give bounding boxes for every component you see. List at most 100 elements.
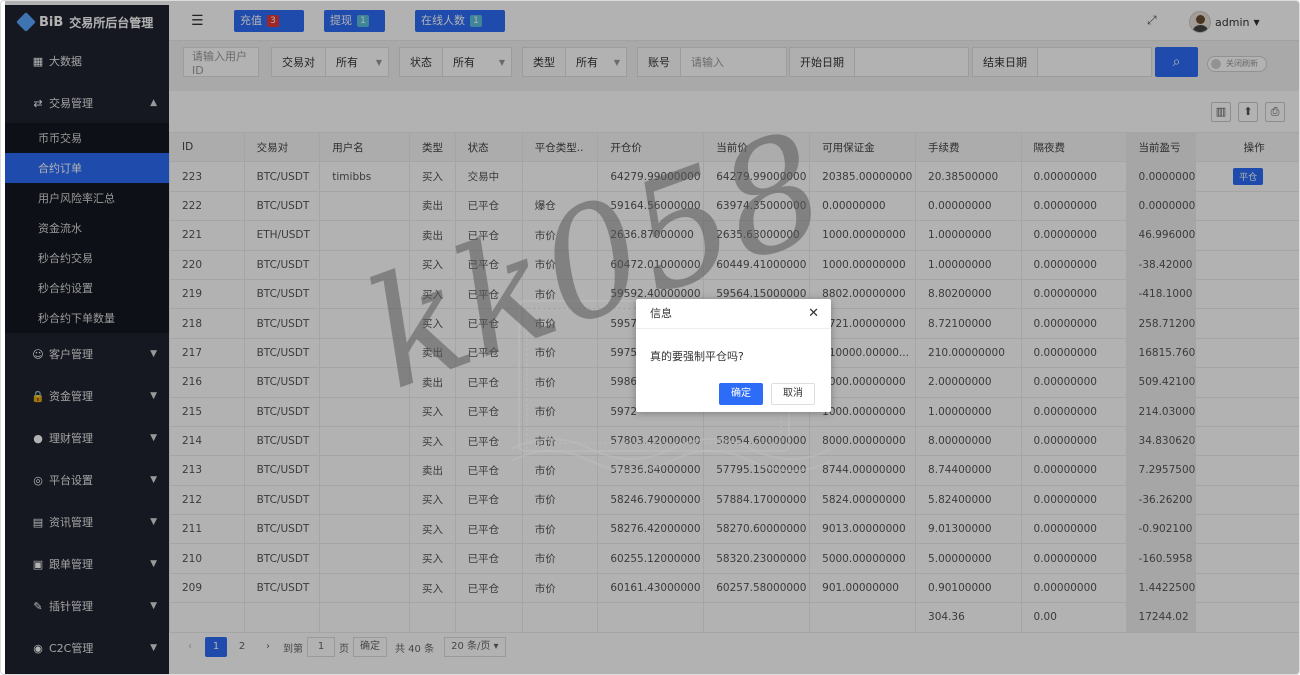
status-select[interactable]: 状态 所有 ▼	[399, 47, 512, 77]
pair-label: 交易对	[272, 48, 326, 76]
sidebar-subitem[interactable]: 币币交易	[5, 123, 169, 153]
table-cell: 58320.23000000	[703, 543, 811, 574]
totals-cell	[521, 602, 599, 633]
deposit-label: 充值	[240, 14, 262, 27]
table-cell: -160.5958	[1125, 543, 1197, 574]
goto-page-input[interactable]: 1	[307, 637, 335, 657]
table-cell: 买入	[408, 484, 456, 516]
columns-icon[interactable]: ▥	[1211, 102, 1231, 122]
user-menu[interactable]: admin ▼	[1189, 11, 1260, 33]
table-cell: BTC/USDT	[243, 190, 321, 222]
action-cell	[1195, 455, 1299, 486]
sidebar-subitem[interactable]: 用户风险率汇总	[5, 183, 169, 213]
table-cell: timibbs	[319, 161, 410, 192]
table-cell: 1000.00000000	[809, 220, 917, 251]
table-cell: BTC/USDT	[243, 249, 321, 280]
table-cell: 210.00000000	[915, 337, 1022, 369]
app-window: BiB 交易所后台管理 ▦ 大数据 ⇄ 交易管理 ▲ 币币交易 合约订单 用户风险率…	[0, 0, 1300, 675]
sidebar-subitem[interactable]: 秒合约设置	[5, 273, 169, 303]
start-date-label: 开始日期	[790, 48, 855, 76]
sidebar-group-item[interactable]: ◉ C2C管理 ▼	[5, 627, 169, 669]
search-button[interactable]: ⌕	[1155, 47, 1198, 77]
goto-confirm-button[interactable]: 确定	[353, 637, 387, 657]
column-header: 手续费	[915, 131, 1022, 163]
table-cell: 0.00000000	[915, 190, 1022, 222]
table-cell: 已平仓	[454, 308, 523, 339]
exchange-icon: ⇄	[33, 96, 43, 110]
column-header: 平仓类型..	[521, 131, 599, 163]
table-cell: 222	[169, 190, 245, 222]
table-cell: 市价	[521, 367, 599, 398]
deposit-button[interactable]: 充值 3	[234, 10, 304, 32]
table-cell: 市价	[521, 543, 599, 574]
table-cell: 1.00000000	[915, 396, 1022, 427]
sidebar-item-big-data[interactable]: ▦ 大数据	[5, 39, 169, 83]
sidebar-group-item[interactable]: 🔒 资金管理 ▼	[5, 375, 169, 417]
pair-select[interactable]: 交易对 所有 ▼	[271, 47, 389, 77]
username: admin	[1215, 15, 1250, 29]
caret-down-icon: ▼	[375, 57, 382, 67]
table-cell: 16815.760	[1125, 337, 1197, 369]
table-cell: 0.00000000	[1020, 484, 1127, 516]
menu-toggle-icon[interactable]: ☰	[191, 13, 204, 29]
withdraw-button[interactable]: 提现 1	[324, 10, 385, 32]
sidebar-item-label: 插针管理	[49, 600, 93, 613]
table-cell: 买入	[408, 572, 456, 604]
print-icon[interactable]: ⎙	[1265, 102, 1285, 122]
confirm-button[interactable]: 确定	[719, 383, 763, 405]
table-cell	[319, 455, 410, 486]
account-input[interactable]: 账号 请输入	[637, 47, 787, 77]
sidebar-item-trade[interactable]: ⇄ 交易管理 ▲	[5, 83, 169, 123]
online-users-button[interactable]: 在线人数 1	[415, 10, 505, 32]
table-cell: 买入	[408, 396, 456, 427]
table-cell: 卖出	[408, 367, 456, 398]
page-1-button[interactable]: 1	[205, 637, 227, 657]
end-date-input[interactable]: 结束日期	[972, 47, 1152, 77]
type-value: 所有	[576, 56, 598, 69]
table-cell: 0.00000000	[1020, 190, 1127, 222]
action-cell	[1195, 308, 1299, 339]
sidebar-subitem[interactable]: 秒合约交易	[5, 243, 169, 273]
totals-cell	[243, 602, 321, 633]
table-cell: 0.00000000	[1020, 455, 1127, 486]
totals-row: 304.36 0.00 17244.02	[169, 602, 1299, 633]
column-header: ID	[169, 131, 245, 163]
start-date-input[interactable]: 开始日期	[789, 47, 969, 77]
sidebar-group-item[interactable]: ▣ 跟单管理 ▼	[5, 543, 169, 585]
table-cell: 市价	[521, 220, 599, 251]
table-cell: 买入	[408, 514, 456, 545]
table-cell: 2635.63000000	[703, 220, 811, 251]
user-id-input[interactable]: 请输入用户ID	[183, 47, 259, 77]
close-icon[interactable]: ✕	[808, 299, 819, 329]
user-id-placeholder: 请输入用户ID	[192, 49, 247, 77]
table-cell: BTC/USDT	[243, 308, 321, 339]
sidebar-group-item[interactable]: ◎ 平台设置 ▼	[5, 459, 169, 501]
table-cell: 已平仓	[454, 514, 523, 545]
sidebar-subitem[interactable]: 资金流水	[5, 213, 169, 243]
sidebar-group-item[interactable]: ▤ 资讯管理 ▼	[5, 501, 169, 543]
close-position-button[interactable]: 平仓	[1233, 168, 1264, 186]
cancel-button[interactable]: 取消	[771, 383, 815, 405]
table-cell: 8.80200000	[915, 278, 1022, 310]
sidebar-group-item[interactable]: ✎ 插针管理 ▼	[5, 585, 169, 627]
totals-cell	[809, 602, 917, 633]
end-date-label: 结束日期	[973, 48, 1038, 76]
per-page-select[interactable]: 20 条/页 ▾	[444, 637, 506, 657]
table-cell: BTC/USDT	[243, 396, 321, 427]
export-icon[interactable]: ⬆	[1238, 102, 1258, 122]
sidebar-subitem[interactable]: 合约订单	[5, 153, 169, 183]
sidebar-group-item[interactable]: ● 理财管理 ▼	[5, 417, 169, 459]
table-cell: 0.90100000	[915, 572, 1022, 604]
type-select[interactable]: 类型 所有 ▼	[522, 47, 627, 77]
totals-cell	[169, 602, 245, 633]
page-2-button[interactable]: 2	[231, 637, 253, 657]
sidebar-subitem[interactable]: 秒合约下单数量	[5, 303, 169, 333]
sidebar-group-item[interactable]: ☺ 客户管理 ▼	[5, 333, 169, 375]
sidebar-item-label: 交易管理	[49, 97, 93, 110]
fullscreen-icon[interactable]: ⤢	[1147, 13, 1157, 28]
next-page-icon[interactable]: ›	[257, 637, 279, 657]
prev-page-icon[interactable]: ‹	[179, 637, 201, 657]
auto-refresh-toggle[interactable]: 关闭刷新	[1207, 56, 1267, 72]
table-cell: 已平仓	[454, 190, 523, 222]
totals-cell	[319, 602, 410, 633]
